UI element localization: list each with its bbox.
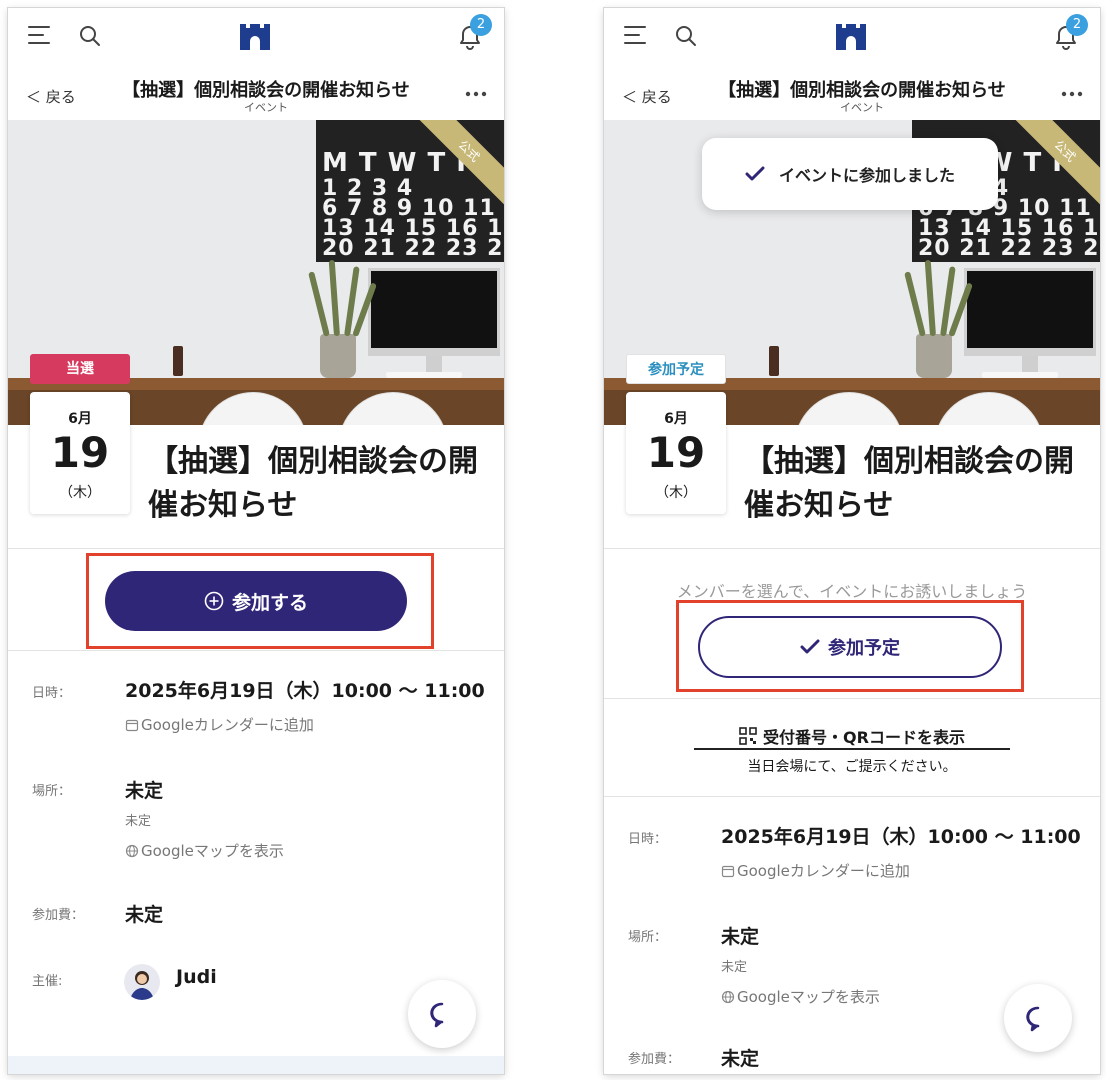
- show-qr-code-link[interactable]: 受付番号・QRコードを表示: [694, 724, 1010, 750]
- fee-value: 未定: [125, 904, 164, 926]
- date-month: 6月: [664, 411, 688, 427]
- notification-count-badge[interactable]: 2: [1066, 14, 1088, 36]
- datetime-value: 2025年6月19日（木）10:00 〜 11:00: [125, 680, 485, 702]
- status-badge: 参加予定: [626, 354, 726, 384]
- more-options-icon[interactable]: [464, 90, 488, 98]
- attending-button-label: 参加予定: [828, 638, 900, 659]
- back-button[interactable]: ＜ 戻る: [622, 86, 672, 107]
- date-month: 6月: [68, 411, 92, 427]
- hamburger-menu-icon[interactable]: [28, 26, 50, 44]
- fee-label: 参加費：: [32, 908, 85, 923]
- toast-message: イベントに参加しました: [778, 166, 955, 185]
- globe-icon: [125, 844, 139, 857]
- add-to-google-calendar-link[interactable]: Googleカレンダーに追加: [125, 714, 314, 735]
- plant-illustration: [916, 334, 952, 378]
- hamburger-menu-icon[interactable]: [624, 26, 646, 44]
- datetime-label: 日時：: [628, 832, 668, 847]
- divider: [8, 650, 504, 651]
- diffuser-illustration: [173, 346, 183, 376]
- place-sub-value: 未定: [125, 814, 152, 829]
- divider: [604, 548, 1100, 549]
- date-card: 6月 19 （木）: [30, 392, 130, 514]
- add-to-google-calendar-link[interactable]: Googleカレンダーに追加: [721, 860, 910, 881]
- place-value: 未定: [721, 926, 760, 948]
- plant-illustration: [320, 334, 356, 378]
- calendar-icon: [721, 865, 735, 877]
- calendar-icon: [125, 719, 139, 731]
- castle-logo-icon[interactable]: [834, 22, 868, 52]
- chat-bubble-icon: [430, 1002, 444, 1028]
- joined-toast: イベントに参加しました: [702, 138, 998, 210]
- divider: [8, 548, 504, 549]
- event-title: 【抽選】個別相談会の開催お知らせ: [148, 444, 478, 523]
- back-button[interactable]: ＜ 戻る: [26, 86, 76, 107]
- plus-circle-icon: [204, 591, 224, 611]
- join-button[interactable]: 参加する: [105, 571, 407, 631]
- more-options-icon[interactable]: [1060, 90, 1084, 98]
- phone-screen-after-join: 2 ＜ 戻る 【抽選】個別相談会の開催お知らせ イベント M T W T F 1…: [604, 8, 1100, 1074]
- check-icon: [800, 639, 820, 654]
- diffuser-illustration: [769, 346, 779, 376]
- place-value: 未定: [125, 780, 164, 802]
- datetime-label: 日時：: [32, 686, 72, 701]
- chat-button[interactable]: [408, 980, 476, 1048]
- search-icon[interactable]: [78, 24, 102, 48]
- globe-icon: [721, 990, 735, 1003]
- divider: [604, 796, 1100, 797]
- check-icon: [745, 166, 765, 181]
- organizer-name[interactable]: Judi: [176, 966, 217, 988]
- organizer-label: 主催:: [32, 974, 63, 989]
- top-navigation-bar: 2: [604, 8, 1100, 64]
- page-category: イベント: [244, 101, 288, 114]
- qr-code-icon: [739, 727, 757, 745]
- date-day: 19: [646, 428, 706, 477]
- show-google-map-link[interactable]: Googleマップを表示: [721, 986, 880, 1007]
- organizer-avatar[interactable]: [124, 964, 160, 1000]
- fee-value: 未定: [721, 1048, 760, 1070]
- status-badge: 当選: [30, 354, 130, 384]
- join-button-label: 参加する: [231, 591, 308, 614]
- divider: [604, 698, 1100, 699]
- place-label: 場所：: [32, 784, 72, 799]
- top-navigation-bar: 2: [8, 8, 504, 64]
- invite-members-text[interactable]: メンバーを選んで、イベントにお誘いしましょう: [604, 578, 1100, 602]
- date-card: 6月 19 （木）: [626, 392, 726, 514]
- page-category: イベント: [840, 101, 884, 114]
- chat-bubble-icon: [1026, 1006, 1040, 1032]
- show-google-map-link[interactable]: Googleマップを表示: [125, 840, 284, 861]
- attending-button[interactable]: 参加予定: [698, 616, 1002, 678]
- search-icon[interactable]: [674, 24, 698, 48]
- datetime-value: 2025年6月19日（木）10:00 〜 11:00: [721, 826, 1081, 848]
- date-weekday: （木）: [655, 485, 697, 501]
- phone-screen-before-join: 2 ＜ 戻る 【抽選】個別相談会の開催お知らせ イベント M T W T F 1…: [8, 8, 504, 1074]
- fee-label: 参加費：: [628, 1052, 681, 1067]
- monitor-illustration: [368, 268, 500, 356]
- castle-logo-icon[interactable]: [238, 22, 272, 52]
- chat-button[interactable]: [1004, 984, 1072, 1052]
- page-subheader: ＜ 戻る 【抽選】個別相談会の開催お知らせ イベント: [604, 64, 1100, 120]
- page-subheader: ＜ 戻る 【抽選】個別相談会の開催お知らせ イベント: [8, 64, 504, 120]
- notification-count-badge[interactable]: 2: [470, 14, 492, 36]
- date-weekday: （木）: [59, 485, 101, 501]
- event-title: 【抽選】個別相談会の開催お知らせ: [744, 444, 1074, 523]
- monitor-illustration: [964, 268, 1096, 356]
- bottom-band: [8, 1056, 504, 1074]
- place-sub-value: 未定: [721, 960, 748, 975]
- place-label: 場所：: [628, 930, 668, 945]
- qr-note: 当日会場にて、ご提示ください。: [747, 759, 957, 775]
- date-day: 19: [50, 428, 110, 477]
